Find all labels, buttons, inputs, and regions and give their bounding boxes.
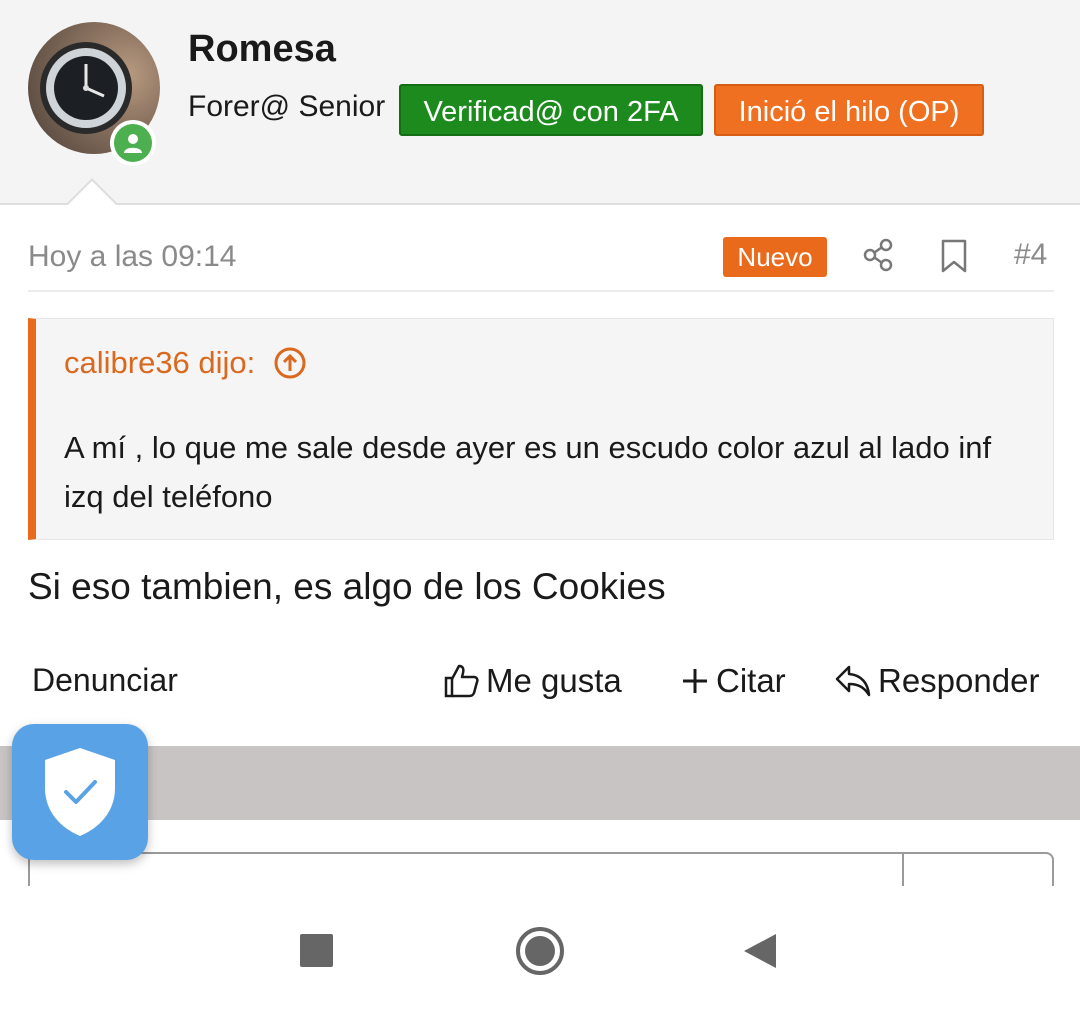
- reply-label: Responder: [878, 662, 1040, 699]
- post-actions: Denunciar Me gusta Citar Responder: [0, 660, 1080, 708]
- quote-button[interactable]: Citar: [680, 662, 786, 700]
- quote-author-label: calibre36 dijo:: [64, 345, 256, 380]
- post-message: Si eso tambien, es algo de los Cookies: [28, 566, 666, 607]
- quote-author[interactable]: calibre36 dijo:: [64, 345, 307, 381]
- like-label: Me gusta: [486, 662, 622, 699]
- post-meta: Hoy a las 09:14 Nuevo #4: [28, 230, 1054, 292]
- new-badge: Nuevo: [723, 237, 827, 277]
- bookmark-icon[interactable]: [938, 238, 970, 274]
- report-link[interactable]: Denunciar: [32, 662, 178, 699]
- quote-text: A mí , lo que me sale desde ayer es un e…: [64, 430, 992, 514]
- post-author-header: Romesa Forer@ Senior Verificad@ con 2FA …: [0, 0, 1080, 205]
- thread-starter-badge: Inició el hilo (OP): [714, 84, 984, 136]
- post-timestamp[interactable]: Hoy a las 09:14: [28, 240, 236, 274]
- online-status-icon: [110, 120, 156, 166]
- username[interactable]: Romesa: [188, 28, 336, 71]
- user-title: Forer@ Senior: [188, 90, 386, 123]
- header-pointer: [66, 178, 118, 205]
- verified-2fa-badge: Verificad@ con 2FA: [399, 84, 703, 136]
- stop-icon[interactable]: [300, 934, 333, 972]
- thumbs-up-icon: [444, 664, 479, 698]
- reply-icon: [835, 665, 871, 697]
- separator-band: [0, 746, 1080, 820]
- privacy-shield-button[interactable]: [12, 724, 148, 860]
- share-icon[interactable]: [862, 238, 894, 272]
- like-button[interactable]: Me gusta: [442, 662, 622, 700]
- arrow-up-circle-icon[interactable]: [273, 346, 307, 380]
- home-icon[interactable]: [515, 926, 565, 981]
- quote-block: calibre36 dijo: A mí , lo que me sale de…: [28, 318, 1054, 540]
- post-number-link[interactable]: #4: [1014, 238, 1047, 272]
- quote-label: Citar: [716, 662, 786, 699]
- back-icon[interactable]: [742, 932, 778, 975]
- system-navigation-bar: [0, 886, 1080, 1016]
- shield-check-icon: [45, 748, 115, 836]
- reply-button[interactable]: Responder: [834, 662, 1039, 700]
- plus-icon: [683, 669, 707, 693]
